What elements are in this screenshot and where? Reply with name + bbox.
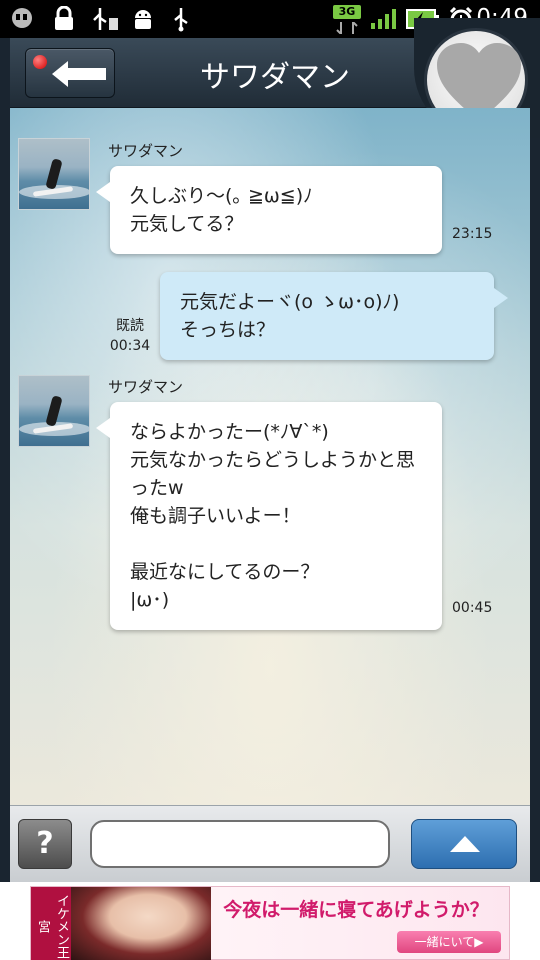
incoming-message-bubble[interactable]: 久しぶり〜(｡ ≧ω≦)ﾉ 元気してる？ <box>96 166 442 254</box>
sender-name: サワダマン <box>108 142 184 160</box>
read-receipt: 既読 00:34 <box>108 316 152 356</box>
read-label: 既読 <box>116 318 144 334</box>
message-time: 00:45 <box>452 600 493 616</box>
back-button[interactable] <box>25 48 115 98</box>
ad-character-image <box>71 887 211 960</box>
usb-debug-icon <box>90 6 120 32</box>
incoming-message-bubble[interactable]: ならよかったー(*ﾉ∀`*) 元気なかったらどうしようかと思 ったw 俺も調子い… <box>96 402 442 630</box>
send-arrow-icon <box>450 836 480 852</box>
hangouts-icon <box>10 6 34 32</box>
ad-brand: イケメン王宮 <box>31 887 71 960</box>
lock-icon <box>52 6 76 32</box>
android-icon <box>130 6 156 32</box>
chat-app: サワダマン サワダマン 久しぶり〜(｡ ≧ω≦)ﾉ 元気してる？ 23:15 既… <box>0 18 540 882</box>
ad-button[interactable]: 一緒にいて▶ <box>397 931 501 953</box>
network-3g-icon: 3G <box>333 5 361 37</box>
ad-headline: 今夜は一緒に寝てあげようか？ <box>223 899 489 921</box>
ad-content[interactable]: イケメン王宮 今夜は一緒に寝てあげようか？ 一緒にいて▶ <box>30 886 510 960</box>
usb-icon <box>170 6 192 32</box>
send-button[interactable] <box>411 819 517 869</box>
chat-title: サワダマン <box>200 60 350 95</box>
sender-name: サワダマン <box>108 378 184 396</box>
message-time: 23:15 <box>452 226 493 242</box>
sender-avatar[interactable] <box>18 138 90 210</box>
outgoing-message-bubble[interactable]: 元気だよーヾ(o ゝω･o)ﾉ) そっちは？ <box>160 272 508 360</box>
signal-icon <box>370 6 398 32</box>
ad-banner[interactable]: イケメン王宮 今夜は一緒に寝てあげようか？ 一緒にいて▶ <box>0 882 540 960</box>
help-button[interactable]: ? <box>18 819 72 869</box>
message-list[interactable]: サワダマン 久しぶり〜(｡ ≧ω≦)ﾉ 元気してる？ 23:15 既読 00:3… <box>10 108 530 805</box>
sender-avatar[interactable] <box>18 375 90 447</box>
network-type-label: 3G <box>333 5 361 19</box>
message-time: 00:34 <box>109 338 151 354</box>
input-bar: ? <box>10 805 530 882</box>
message-input[interactable] <box>90 820 390 868</box>
back-arrow-icon <box>52 61 106 87</box>
notification-dot <box>33 55 47 69</box>
